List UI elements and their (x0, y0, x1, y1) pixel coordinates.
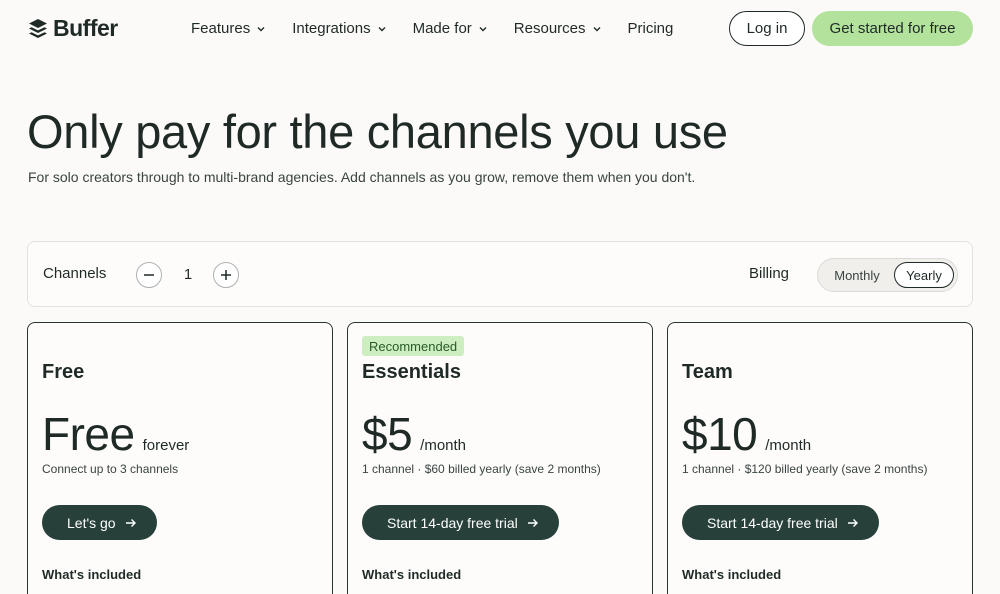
page-title: Only pay for the channels you use (27, 105, 728, 158)
menu-item-label: Pricing (627, 20, 674, 37)
whats-included-heading: What's included (682, 567, 782, 582)
billing-option-monthly[interactable]: Monthly (824, 262, 890, 288)
pricing-controls: Channels 1 Billing Monthly Yearly (27, 241, 973, 307)
menu-item-label: Made for (412, 20, 472, 37)
brand-name: Buffer (53, 15, 118, 41)
plan-period: forever (142, 437, 190, 454)
buffer-stack-icon (29, 18, 47, 38)
cta-label: Start 14-day free trial (707, 514, 838, 531)
pricing-page: Buffer Features Integrations Made for Re… (0, 0, 1000, 594)
plan-name: Team (682, 361, 733, 383)
price-row: $5 /month (362, 407, 466, 461)
plus-icon (221, 270, 231, 280)
chevron-down-icon (479, 26, 487, 31)
whats-included-heading: What's included (42, 567, 142, 582)
arrow-right-icon (125, 518, 136, 527)
plan-card-free: Free Free forever Connect up to 3 channe… (27, 322, 333, 594)
billing-toggle: Monthly Yearly (817, 258, 958, 292)
plan-cta-button[interactable]: Start 14-day free trial (362, 505, 559, 540)
plan-price: $5 (362, 408, 413, 460)
menu-item-resources[interactable]: Resources (514, 20, 602, 37)
channel-count: 1 (183, 266, 193, 283)
plan-cta-button[interactable]: Let's go (42, 505, 157, 540)
menu-item-label: Features (191, 20, 251, 37)
price-row: $10 /month (682, 407, 811, 461)
menu-item-integrations[interactable]: Integrations (292, 20, 386, 37)
plan-card-essentials: Recommended Essentials $5 /month 1 chann… (347, 322, 653, 594)
plan-period: /month (765, 437, 812, 454)
page-subtitle: For solo creators through to multi-brand… (28, 169, 696, 185)
plan-period: /month (420, 437, 467, 454)
chevron-down-icon (257, 26, 265, 31)
plan-note: Connect up to 3 channels (42, 462, 179, 476)
cta-label: Let's go (67, 514, 116, 531)
menu-item-made-for[interactable]: Made for (413, 20, 488, 37)
plan-cta-button[interactable]: Start 14-day free trial (682, 505, 879, 540)
billing-label: Billing (749, 265, 790, 282)
plan-price: $10 (682, 408, 758, 460)
plan-note: 1 channel · $60 billed yearly (save 2 mo… (362, 462, 601, 476)
plan-note: 1 channel · $120 billed yearly (save 2 m… (682, 462, 928, 476)
top-navigation: Buffer Features Integrations Made for Re… (0, 0, 1000, 57)
plan-price: Free (42, 408, 135, 460)
main-menu: Features Integrations Made for Resources… (191, 0, 699, 57)
channels-label: Channels (43, 265, 107, 282)
menu-item-pricing[interactable]: Pricing (628, 20, 674, 37)
plan-name: Free (42, 361, 85, 383)
decrease-channels-button[interactable] (136, 262, 162, 288)
chevron-down-icon (378, 26, 386, 31)
arrow-right-icon (527, 518, 538, 527)
brand-logo[interactable]: Buffer (28, 15, 118, 42)
recommended-badge: Recommended (362, 336, 465, 356)
plan-card-team: Team $10 /month 1 channel · $120 billed … (667, 322, 973, 594)
login-button[interactable]: Log in (729, 11, 805, 46)
cta-label: Start 14-day free trial (387, 514, 518, 531)
get-started-button[interactable]: Get started for free (812, 11, 973, 46)
whats-included-heading: What's included (362, 567, 462, 582)
price-row: Free forever (42, 407, 189, 461)
menu-item-label: Integrations (292, 20, 371, 37)
chevron-down-icon (593, 26, 600, 31)
minus-icon (144, 274, 154, 276)
increase-channels-button[interactable] (213, 262, 239, 288)
billing-option-yearly[interactable]: Yearly (894, 262, 954, 288)
plan-name: Essentials (362, 361, 461, 383)
arrow-right-icon (847, 518, 858, 527)
menu-item-features[interactable]: Features (191, 20, 266, 37)
menu-item-label: Resources (513, 20, 586, 37)
